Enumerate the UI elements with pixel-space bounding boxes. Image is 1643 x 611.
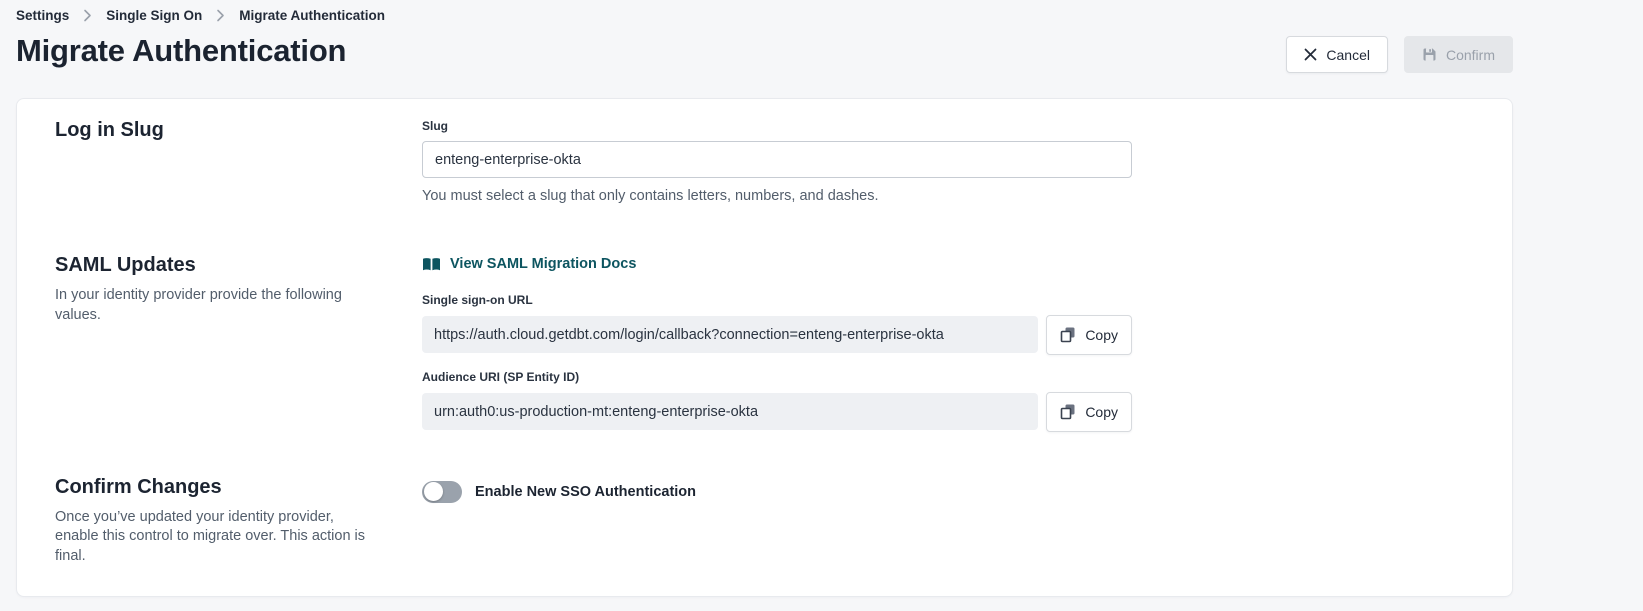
page-title: Migrate Authentication (16, 33, 346, 69)
enable-sso-toggle-label: Enable New SSO Authentication (475, 484, 696, 500)
saml-updates-section: SAML Updates In your identity provider p… (55, 254, 1474, 432)
page: Settings Single Sign On Migrate Authenti… (0, 0, 1643, 611)
confirm-changes-heading: Confirm Changes (55, 476, 422, 499)
confirm-button-label: Confirm (1446, 47, 1495, 63)
slug-input[interactable] (422, 141, 1132, 178)
open-book-icon (422, 257, 441, 272)
confirm-button[interactable]: Confirm (1404, 36, 1513, 73)
x-close-icon (1304, 48, 1317, 61)
sso-url-label: Single sign-on URL (422, 293, 1132, 307)
confirm-changes-section: Confirm Changes Once you’ve updated your… (55, 476, 1474, 567)
saml-updates-heading: SAML Updates (55, 254, 422, 277)
enable-sso-toggle[interactable] (422, 481, 462, 503)
copy-icon (1060, 403, 1076, 420)
copy-audience-uri-button[interactable]: Copy (1046, 392, 1132, 432)
breadcrumb-single-sign-on[interactable]: Single Sign On (106, 8, 202, 23)
chevron-right-icon (216, 9, 225, 22)
copy-button-label: Copy (1085, 404, 1118, 420)
view-saml-migration-docs-link[interactable]: View SAML Migration Docs (422, 256, 636, 272)
save-icon (1422, 47, 1437, 62)
sso-url-value: https://auth.cloud.getdbt.com/login/call… (422, 316, 1038, 353)
cancel-button[interactable]: Cancel (1286, 36, 1388, 73)
migrate-authentication-panel: Log in Slug Slug You must select a slug … (16, 98, 1513, 597)
header-actions: Cancel Confirm (1286, 36, 1513, 73)
breadcrumb-migrate-authentication: Migrate Authentication (239, 8, 385, 23)
toggle-knob (424, 482, 443, 501)
confirm-changes-description: Once you’ve updated your identity provid… (55, 508, 375, 567)
page-header: Migrate Authentication Cancel (16, 33, 1513, 73)
copy-button-label: Copy (1085, 327, 1118, 343)
slug-field-label: Slug (422, 119, 1132, 133)
audience-uri-label: Audience URI (SP Entity ID) (422, 370, 1132, 384)
cancel-button-label: Cancel (1326, 47, 1370, 63)
copy-sso-url-button[interactable]: Copy (1046, 315, 1132, 355)
chevron-right-icon (83, 9, 92, 22)
breadcrumb-settings[interactable]: Settings (16, 8, 69, 23)
slug-helper-text: You must select a slug that only contain… (422, 188, 1132, 204)
audience-uri-value: urn:auth0:us-production-mt:enteng-enterp… (422, 393, 1038, 430)
login-slug-heading: Log in Slug (55, 119, 422, 142)
saml-updates-description: In your identity provider provide the fo… (55, 286, 375, 325)
breadcrumb: Settings Single Sign On Migrate Authenti… (16, 0, 1513, 23)
view-saml-migration-docs-label: View SAML Migration Docs (450, 256, 636, 272)
login-slug-section: Log in Slug Slug You must select a slug … (55, 119, 1474, 204)
copy-icon (1060, 326, 1076, 343)
